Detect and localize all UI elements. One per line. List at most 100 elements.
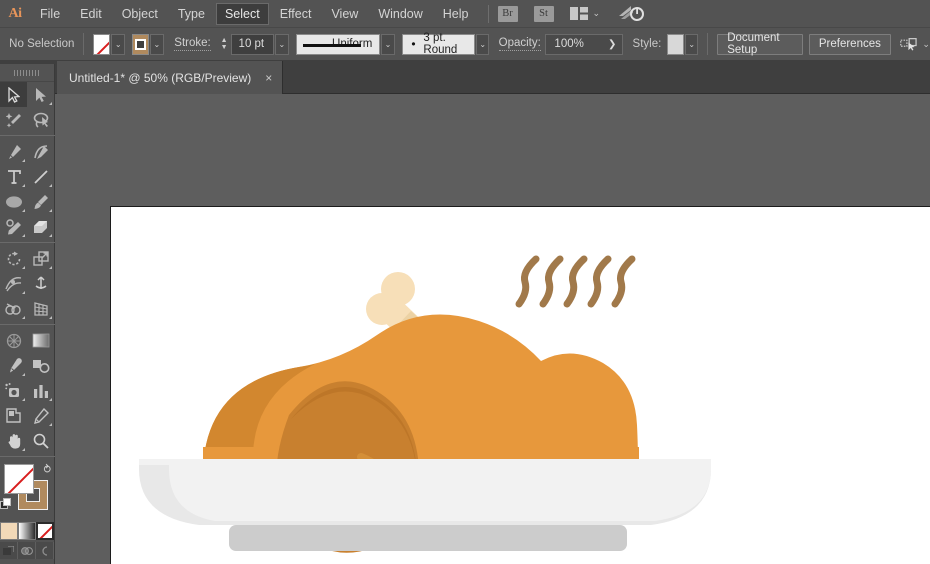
brush-definition-combo[interactable]: 3 pt. Round [402,34,475,55]
menu-file[interactable]: File [31,3,69,25]
menu-object[interactable]: Object [113,3,167,25]
perspective-grid-tool[interactable] [27,296,54,321]
menu-edit[interactable]: Edit [71,3,111,25]
select-similar-objects-icon[interactable] [900,35,918,53]
tool-flyout-indicator-icon [22,159,25,162]
lasso-tool[interactable] [27,107,54,132]
tool-grid [0,82,55,460]
close-icon[interactable]: × [265,72,272,84]
stock-icon[interactable]: St [534,6,554,22]
graphic-style-dropdown-button[interactable]: ⌄ [685,34,698,55]
stroke-weight-input[interactable]: 10 pt [231,34,275,55]
artboard[interactable] [110,206,930,564]
stroke-color-swatch[interactable] [132,34,149,55]
stepper-up-icon: ▲ [221,37,228,44]
roast-turkey-artwork[interactable] [111,207,930,564]
fill-color-swatch[interactable] [93,34,110,55]
arrange-layout-icon [570,7,588,20]
stroke-profile-combo[interactable]: Uniform [296,34,380,55]
column-graph-tool[interactable] [27,378,54,403]
artboard-tool[interactable] [0,403,27,428]
symbol-sprayer-tool[interactable] [0,378,27,403]
selection-status: No Selection [9,38,74,50]
control-divider [83,33,84,55]
ellipse-tool[interactable] [0,189,27,214]
toolbar-drag-handle[interactable] [0,64,54,82]
rotate-tool[interactable] [0,246,27,271]
pen-tool[interactable] [0,139,27,164]
tool-flyout-indicator-icon [22,266,25,269]
blend-tool[interactable] [27,353,54,378]
serving-plate [139,459,711,551]
shape-builder-tool[interactable] [0,296,27,321]
free-transform-tool[interactable] [27,271,54,296]
turkey-body [203,315,639,483]
tool-flyout-indicator-icon [49,423,52,426]
color-mode-button[interactable] [0,522,18,540]
stroke-weight-stepper[interactable]: ▲ ▼ [221,37,228,51]
fill-dropdown-button[interactable]: ⌄ [111,34,124,55]
bridge-icon[interactable]: Br [498,6,518,22]
slice-tool[interactable] [27,403,54,428]
eraser-tool[interactable] [27,214,54,239]
opacity-flyout-icon[interactable]: ❯ [608,39,616,50]
tool-flyout-indicator-icon [22,209,25,212]
document-tab[interactable]: Untitled-1* @ 50% (RGB/Preview) × [57,61,283,94]
toolbar-fill-swatch[interactable] [4,464,34,494]
toolbar-divider-1 [0,135,55,136]
menu-view[interactable]: View [322,3,367,25]
paintbrush-tool[interactable] [27,189,54,214]
stroke-profile-dropdown-button[interactable]: ⌄ [381,34,394,55]
document-setup-button[interactable]: Document Setup [717,34,803,55]
menu-help[interactable]: Help [434,3,478,25]
tool-flyout-indicator-icon [22,398,25,401]
curvature-tool[interactable] [27,139,54,164]
preferences-button[interactable]: Preferences [809,34,891,55]
graphic-style-swatch[interactable] [667,34,684,55]
selection-tool[interactable] [0,82,27,107]
workspace-switcher-icon[interactable] [618,5,644,22]
default-fill-stroke-icon[interactable] [0,498,12,510]
swap-fill-stroke-icon[interactable]: ⥁ [43,463,51,476]
drawing-mode-behind-button[interactable] [18,542,36,559]
zoom-tool[interactable] [27,428,54,453]
opacity-value: 100% [554,38,583,50]
width-tool[interactable] [0,271,27,296]
arrange-documents-button[interactable]: ⌄ [570,7,601,20]
type-tool[interactable] [0,164,27,189]
mesh-tool[interactable] [0,328,27,353]
line-segment-tool[interactable] [27,164,54,189]
menu-select[interactable]: Select [216,3,269,25]
shaper-pencil-tool[interactable] [0,214,27,239]
tool-flyout-indicator-icon [22,184,25,187]
document-tab-title: Untitled-1* @ 50% (RGB/Preview) [69,71,251,85]
canvas-workspace[interactable] [55,94,930,564]
gradient-mode-button[interactable] [18,522,36,540]
tool-flyout-indicator-icon [22,373,25,376]
menu-type[interactable]: Type [169,3,214,25]
screen-mode-button[interactable] [36,542,54,559]
direct-selection-tool[interactable] [27,82,54,107]
tool-flyout-indicator-icon [49,266,52,269]
magic-wand-tool[interactable] [0,107,27,132]
hand-tool[interactable] [0,428,27,453]
menu-window[interactable]: Window [369,3,431,25]
app-logo-icon: Ai [0,0,30,28]
opacity-input[interactable]: 100% ❯ [545,34,623,55]
stroke-weight-dropdown-button[interactable]: ⌄ [275,34,288,55]
eyedropper-tool[interactable] [0,353,27,378]
gradient-tool[interactable] [27,328,54,353]
opacity-label[interactable]: Opacity: [499,37,541,51]
none-mode-button[interactable] [36,522,54,540]
menu-effect[interactable]: Effect [271,3,321,25]
tool-flyout-indicator-icon [22,234,25,237]
drawing-mode-normal-button[interactable] [0,542,18,559]
color-mode-row [0,522,55,540]
stroke-weight-label[interactable]: Stroke: [174,37,210,51]
control-overflow-chevron-icon[interactable]: ⌄ [922,39,930,50]
stroke-profile-preview-icon [303,44,361,47]
stroke-dropdown-button[interactable]: ⌄ [150,34,163,55]
toolbar-divider-2 [0,242,55,243]
scale-tool[interactable] [27,246,54,271]
brush-definition-dropdown-button[interactable]: ⌄ [476,34,489,55]
